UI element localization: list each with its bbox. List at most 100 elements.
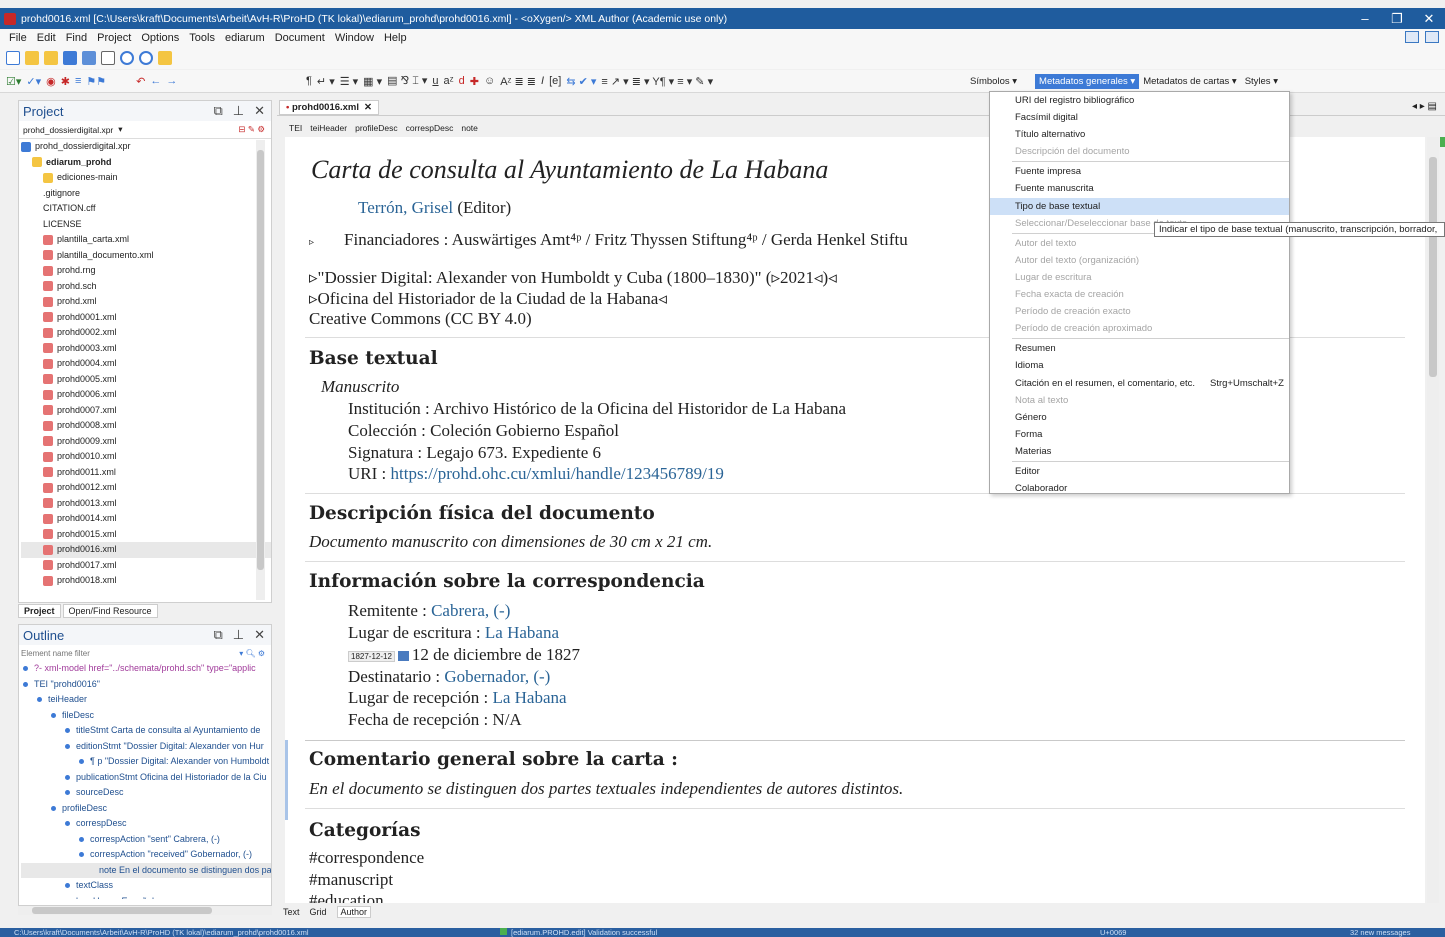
- project-tree-item[interactable]: ediciones-main: [21, 170, 271, 186]
- outline-item[interactable]: teiHeader: [21, 692, 271, 708]
- find-in-files-icon[interactable]: [139, 51, 153, 65]
- project-tree-item[interactable]: prohd0008.xml: [21, 418, 271, 434]
- forward-icon[interactable]: →: [166, 75, 177, 87]
- save-all-icon[interactable]: [82, 51, 96, 65]
- open-folder-icon[interactable]: [25, 51, 39, 65]
- close-panel-icon[interactable]: ✕: [254, 627, 265, 643]
- tab-grid[interactable]: Grid: [310, 907, 327, 917]
- abbr-icon[interactable]: Aᶻ ≣ ≣: [500, 75, 536, 88]
- lugar-escritura-link[interactable]: La Habana: [485, 623, 559, 642]
- project-tree-item[interactable]: prohd0018.xml: [21, 573, 271, 589]
- list-icon[interactable]: ☰ ▾: [340, 75, 358, 88]
- project-tree-item[interactable]: prohd0014.xml: [21, 511, 271, 527]
- project-tree-item[interactable]: prohd.xml: [21, 294, 271, 310]
- outline-item[interactable]: publicationStmt Oficina del Historiador …: [21, 770, 271, 786]
- perspective-editor-icon[interactable]: [1405, 31, 1419, 43]
- menu-project[interactable]: Project: [92, 32, 136, 44]
- crumb-tei[interactable]: TEI: [289, 123, 302, 133]
- project-tree-item[interactable]: prohd_dossierdigital.xpr: [21, 139, 271, 155]
- menu-item[interactable]: Forma: [990, 426, 1289, 443]
- paste-icon[interactable]: [158, 51, 172, 65]
- project-tree-item[interactable]: prohd0017.xml: [21, 558, 271, 574]
- project-tree-item[interactable]: prohd0006.xml: [21, 387, 271, 403]
- outline-item[interactable]: correspAction "received" Gobernador, (-): [21, 847, 271, 863]
- outline-item[interactable]: fileDesc: [21, 708, 271, 724]
- project-scrollbar[interactable]: [256, 140, 265, 600]
- tab-author[interactable]: Author: [336, 906, 372, 918]
- delete-icon[interactable]: d: [459, 75, 465, 87]
- superscript-icon[interactable]: aᶻ: [444, 75, 454, 87]
- print-icon[interactable]: [101, 51, 115, 65]
- save-icon[interactable]: [63, 51, 77, 65]
- menu-item[interactable]: Citación en el resumen, el comentario, e…: [990, 375, 1289, 392]
- remitente-link[interactable]: Cabrera, (-): [431, 601, 510, 620]
- validate-icon[interactable]: ☑▾: [6, 75, 21, 88]
- outline-item[interactable]: titleStmt Carta de consulta al Ayuntamie…: [21, 723, 271, 739]
- menu-document[interactable]: Document: [270, 32, 330, 44]
- metadatos-cartas-dropdown[interactable]: Metadatos de cartas ▾: [1139, 74, 1241, 89]
- menu-item[interactable]: URI del registro bibliográfico: [990, 92, 1289, 109]
- element-filter-input[interactable]: [21, 648, 221, 658]
- find-icon[interactable]: [120, 51, 134, 65]
- pin-icon[interactable]: ⊥: [233, 103, 244, 119]
- project-tree-item[interactable]: ediarum_prohd: [21, 155, 271, 171]
- format-icon[interactable]: ≡: [75, 75, 81, 87]
- transform-icon[interactable]: ◉: [46, 75, 56, 88]
- project-tree-item[interactable]: prohd0015.xml: [21, 527, 271, 543]
- filter-settings-icon[interactable]: ▾ 🔍︎ ⚙: [239, 649, 271, 658]
- minimize-button[interactable]: –: [1349, 11, 1381, 26]
- project-file-selector[interactable]: prohd_dossierdigital.xpr ▾ ⊟ ✎ ⚙: [19, 121, 271, 139]
- menu-item[interactable]: Género: [990, 409, 1289, 426]
- crumb-correspdesc[interactable]: correspDesc: [406, 123, 454, 133]
- undo-icon[interactable]: ↶: [136, 75, 145, 88]
- outline-item[interactable]: correspDesc: [21, 816, 271, 832]
- pin-icon[interactable]: ⊥: [233, 627, 244, 643]
- outline-item[interactable]: langUsage Español: [21, 894, 271, 899]
- project-tree-item[interactable]: prohd.rng: [21, 263, 271, 279]
- uri-link[interactable]: https://prohd.ohc.cu/xmlui/handle/123456…: [391, 464, 724, 483]
- project-settings-icon[interactable]: ⊟ ✎ ⚙: [238, 124, 271, 135]
- maximize-button[interactable]: ❐: [1381, 11, 1413, 27]
- destinatario-link[interactable]: Gobernador, (-): [444, 667, 550, 686]
- ref-icon[interactable]: [e]: [549, 75, 561, 87]
- outline-item[interactable]: note En el documento se distinguen dos p…: [21, 862, 271, 878]
- menu-find[interactable]: Find: [61, 32, 92, 44]
- project-tree-item[interactable]: prohd.sch: [21, 279, 271, 295]
- tab-text[interactable]: Text: [283, 907, 300, 917]
- menu-item[interactable]: Fuente impresa: [990, 163, 1289, 180]
- outline-item[interactable]: TEI "prohd0016": [21, 677, 271, 693]
- project-tree-item[interactable]: prohd0013.xml: [21, 496, 271, 512]
- restore-icon[interactable]: ⧉: [213, 627, 222, 643]
- project-tree-item[interactable]: prohd0007.xml: [21, 403, 271, 419]
- menu-edit[interactable]: Edit: [32, 32, 61, 44]
- lugar-recepcion-link[interactable]: La Habana: [492, 688, 566, 707]
- close-button[interactable]: ✕: [1413, 11, 1445, 27]
- restore-icon[interactable]: ⧉: [213, 103, 222, 119]
- project-tree-item[interactable]: prohd0005.xml: [21, 372, 271, 388]
- expand-icon[interactable]: ▹: [309, 237, 314, 248]
- menu-item[interactable]: Tipo de base textual: [990, 197, 1289, 215]
- menu-item[interactable]: Materias: [990, 443, 1289, 460]
- styles-dropdown[interactable]: Styles ▾: [1241, 74, 1282, 89]
- outline-item[interactable]: sourceDesc: [21, 785, 271, 801]
- project-tree-item[interactable]: prohd0002.xml: [21, 325, 271, 341]
- tab-nav-icon[interactable]: ◂ ▸ ▤: [1412, 101, 1437, 112]
- menu-item[interactable]: Idioma: [990, 357, 1289, 374]
- outline-item[interactable]: correspAction "sent" Cabrera, (-): [21, 832, 271, 848]
- project-tree-item[interactable]: prohd0003.xml: [21, 341, 271, 357]
- crumb-profiledesc[interactable]: profileDesc: [355, 123, 398, 133]
- menu-item[interactable]: Resumen: [990, 340, 1289, 357]
- add-icon[interactable]: ✚: [470, 75, 479, 88]
- menu-tools[interactable]: Tools: [184, 32, 220, 44]
- simbolos-dropdown[interactable]: Símbolos ▾: [966, 74, 1021, 89]
- menu-item[interactable]: Editor: [990, 463, 1289, 480]
- person-icon[interactable]: ☺: [484, 75, 495, 87]
- menu-file[interactable]: File: [4, 32, 32, 44]
- status-messages[interactable]: 32 new messages: [1350, 928, 1410, 937]
- menu-item[interactable]: Fuente manuscrita: [990, 180, 1289, 197]
- italic-icon[interactable]: I: [541, 75, 544, 87]
- editor-name[interactable]: Terrón, Grisel: [358, 198, 453, 217]
- underline-icon[interactable]: u: [432, 75, 438, 87]
- tab-prohd0016[interactable]: • prohd0016.xml ✕: [279, 100, 379, 115]
- open-url-icon[interactable]: [44, 51, 58, 65]
